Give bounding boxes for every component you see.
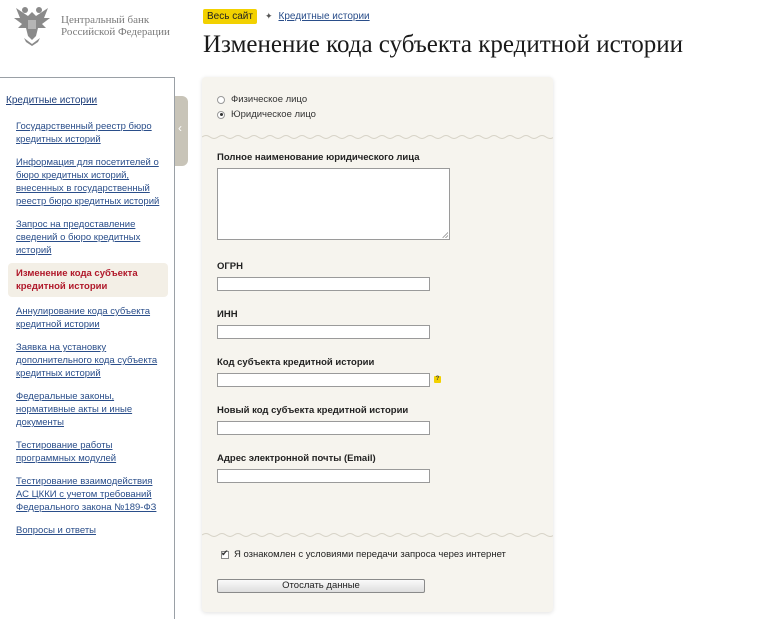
question-mark-icon[interactable]: ? xyxy=(434,376,441,383)
sidebar-heading-link[interactable]: Кредитные истории xyxy=(6,95,97,106)
resize-grip-icon[interactable] xyxy=(442,232,448,238)
submit-button[interactable]: Отослать данные xyxy=(217,579,425,593)
sidebar-collapse-toggle[interactable]: ‹ xyxy=(175,96,188,166)
top-bar: Весь сайт ✦ Кредитные истории xyxy=(203,8,370,24)
wavy-divider xyxy=(202,135,553,139)
inn-input[interactable] xyxy=(217,325,430,339)
sidebar-item-laws[interactable]: Федеральные законы, нормативные акты и и… xyxy=(16,390,166,429)
sidebar-item-testing-ackki[interactable]: Тестирование взаимодействия АС ЦККИ с уч… xyxy=(16,475,166,514)
sidebar-menu: Государственный реестр бюро кредитных ис… xyxy=(8,120,168,547)
bank-logo[interactable]: Центральный банк Российской Федерации xyxy=(10,2,180,52)
sidebar-item-change-code[interactable]: Изменение кода субъекта кредитной истори… xyxy=(8,263,168,297)
ogrn-input[interactable] xyxy=(217,277,430,291)
page-title: Изменение кода субъекта кредитной истори… xyxy=(203,31,684,58)
all-site-button[interactable]: Весь сайт xyxy=(203,8,257,24)
agree-label: Я ознакомлен с условиями передачи запрос… xyxy=(234,549,506,560)
chevron-left-icon: ‹ xyxy=(178,121,182,135)
agree-row[interactable]: Я ознакомлен с условиями передачи запрос… xyxy=(221,548,506,560)
sidebar: Кредитные истории Государственный реестр… xyxy=(0,77,175,619)
new-code-input[interactable] xyxy=(217,421,430,435)
full-name-textarea[interactable] xyxy=(217,168,450,240)
sidebar-item-visitor-info[interactable]: Информация для посетителей о бюро кредит… xyxy=(16,156,166,208)
radio-button-individual[interactable] xyxy=(217,95,225,104)
email-input[interactable] xyxy=(217,469,430,483)
wavy-divider-bottom xyxy=(202,533,553,537)
logo-line-1: Центральный банк xyxy=(61,14,150,26)
sidebar-item-info-request[interactable]: Запрос на предоставление сведений о бюро… xyxy=(16,218,166,257)
logo-line-2: Российской Федерации xyxy=(61,26,170,38)
sidebar-item-testing-modules[interactable]: Тестирование работы программных модулей xyxy=(16,439,166,465)
sidebar-item-additional-code[interactable]: Заявка на установку дополнительного кода… xyxy=(16,341,166,380)
ogrn-label: ОГРН xyxy=(217,261,243,272)
sidebar-item-faq[interactable]: Вопросы и ответы xyxy=(16,524,166,537)
breadcrumb-credit-histories[interactable]: Кредитные истории xyxy=(279,11,370,22)
sidebar-item-registry[interactable]: Государственный реестр бюро кредитных ис… xyxy=(16,120,166,146)
diamond-icon: ✦ xyxy=(264,10,273,21)
code-label: Код субъекта кредитной истории xyxy=(217,357,375,368)
radio-individual-label: Физическое лицо xyxy=(231,94,308,105)
radio-button-legal-entity[interactable] xyxy=(217,110,225,119)
sidebar-item-cancel-code[interactable]: Аннулирование кода субъекта кредитной ис… xyxy=(16,305,166,331)
email-label: Адрес электронной почты (Email) xyxy=(217,453,376,464)
radio-individual[interactable]: Физическое лицо xyxy=(217,94,307,105)
full-name-label: Полное наименование юридического лица xyxy=(217,152,420,163)
inn-label: ИНН xyxy=(217,309,238,320)
double-headed-eagle-icon xyxy=(14,7,50,46)
radio-legal-entity[interactable]: Юридическое лицо xyxy=(217,109,316,120)
form-panel: Физическое лицо Юридическое лицо Полное … xyxy=(202,77,553,612)
code-input[interactable] xyxy=(217,373,430,387)
agree-checkbox[interactable] xyxy=(221,548,229,559)
new-code-label: Новый код субъекта кредитной истории xyxy=(217,405,409,416)
radio-legal-label: Юридическое лицо xyxy=(231,109,316,120)
